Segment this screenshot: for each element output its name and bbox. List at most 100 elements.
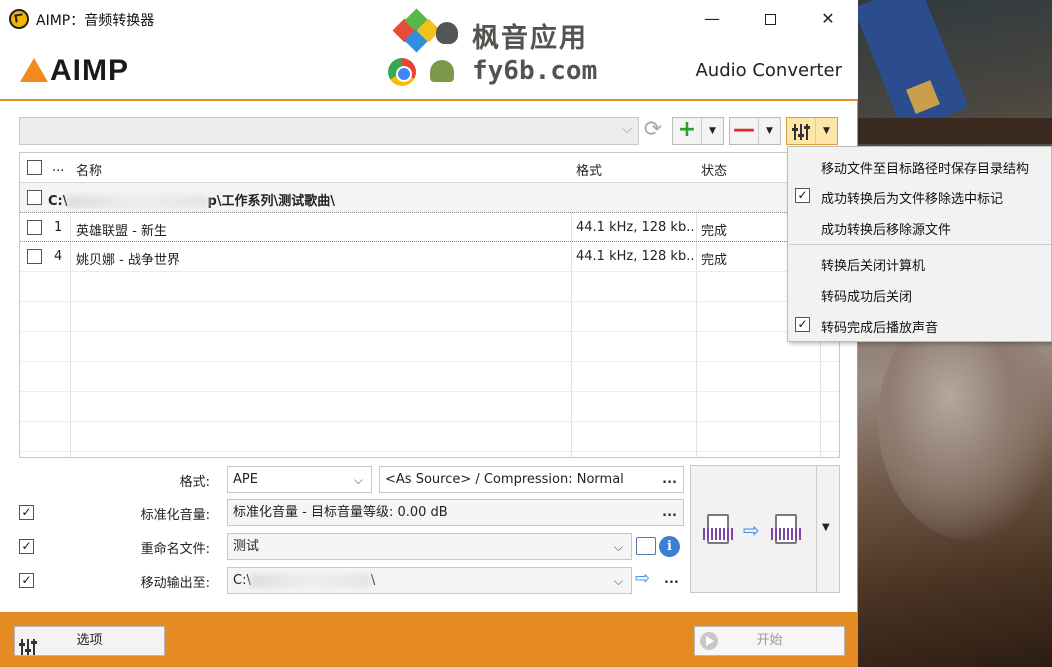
normalize-field[interactable]: 标准化音量 - 目标音量等级: 0.00 dB ... bbox=[227, 499, 684, 526]
row-checkbox[interactable] bbox=[27, 249, 42, 264]
empty-row bbox=[20, 392, 839, 422]
plus-icon: + bbox=[677, 117, 697, 142]
add-dropdown-button[interactable]: ▼ bbox=[701, 118, 723, 144]
header-divider bbox=[0, 99, 858, 101]
info-icon[interactable]: i bbox=[659, 536, 680, 557]
table-row[interactable]: 1 英雄联盟 - 新生 44.1 kHz, 128 kb... 完成 bbox=[20, 212, 839, 242]
app-icon bbox=[9, 9, 29, 29]
format-label: 格式: bbox=[179, 475, 210, 490]
row-format: 44.1 kHz, 128 kb... bbox=[576, 220, 694, 235]
convert-format-button[interactable]: ⇨ ▼ bbox=[690, 465, 840, 593]
group-checkbox[interactable] bbox=[27, 190, 42, 205]
normalize-more-button[interactable]: ... bbox=[662, 500, 677, 525]
redacted-path bbox=[250, 573, 371, 588]
play-icon bbox=[700, 632, 718, 650]
minimize-button[interactable]: — bbox=[683, 0, 741, 40]
rename-checkbox[interactable]: ✓ bbox=[19, 539, 34, 554]
template-tags-icon[interactable] bbox=[636, 537, 656, 555]
row-status: 完成 bbox=[701, 253, 728, 268]
watermark-chrome-icon bbox=[388, 58, 416, 86]
maximize-icon bbox=[764, 14, 776, 25]
menu-checkbox: ✓ bbox=[795, 188, 810, 203]
maximize-button[interactable] bbox=[741, 0, 799, 40]
menu-item-remove-source[interactable]: 成功转换后移除源文件 bbox=[788, 212, 1051, 242]
menu-checkbox: ✓ bbox=[795, 317, 810, 332]
logo-triangle-icon bbox=[20, 58, 48, 82]
file-list: ... 名称 格式 状态 C:\ p\工作系列\测试歌曲\ 1 英雄联盟 - 新生… bbox=[19, 152, 840, 458]
remove-dropdown-button[interactable]: ▼ bbox=[758, 118, 780, 144]
arrow-right-icon: ⇨ bbox=[743, 518, 760, 542]
empty-row bbox=[20, 362, 839, 392]
header-title: Audio Converter bbox=[695, 60, 842, 81]
rename-template-combo[interactable]: 测试 ⌵ bbox=[227, 533, 632, 560]
source-path-combo[interactable]: ⌵ bbox=[19, 117, 639, 145]
row-checkbox[interactable] bbox=[27, 220, 42, 235]
menu-item-keep-dir-structure[interactable]: 移动文件至目标路径时保存目录结构 bbox=[788, 151, 1051, 181]
watermark-bird-icon bbox=[436, 22, 458, 44]
empty-row bbox=[20, 422, 839, 452]
converter-window: AIMP：音频转换器 — ✕ AIMP 枫音应用 fy6b.com Audio … bbox=[0, 0, 858, 667]
format-params-field[interactable]: <As Source> / Compression: Normal ... bbox=[379, 466, 684, 493]
menu-item-play-sound[interactable]: ✓ 转码完成后播放声音 bbox=[788, 310, 1051, 340]
chevron-down-icon: ⌵ bbox=[353, 473, 363, 487]
output-path-combo[interactable]: C:\ \ ⌵ bbox=[227, 567, 632, 594]
settings-menu-button[interactable]: ▼ bbox=[786, 117, 838, 145]
row-index: 4 bbox=[54, 249, 63, 264]
empty-row bbox=[20, 272, 839, 302]
menu-item-close-after[interactable]: 转码成功后关闭 bbox=[788, 279, 1051, 309]
footer-bar: 选项 开始 bbox=[0, 612, 858, 667]
menu-item-shutdown-after[interactable]: 转换后关闭计算机 bbox=[788, 248, 1051, 278]
equalizer-icon bbox=[19, 633, 37, 661]
row-name: 姚贝娜 - 战争世界 bbox=[76, 253, 180, 268]
options-button[interactable]: 选项 bbox=[14, 626, 165, 656]
watermark-android-icon bbox=[430, 60, 454, 82]
folder-group-row[interactable]: C:\ p\工作系列\测试歌曲\ bbox=[20, 183, 839, 213]
column-header-index[interactable]: ... bbox=[52, 160, 64, 175]
convert-dropdown-button[interactable]: ▼ bbox=[822, 522, 830, 533]
row-index: 1 bbox=[54, 220, 63, 235]
audio-file-icon bbox=[771, 514, 801, 544]
open-folder-arrow-icon[interactable]: ⇨ bbox=[635, 568, 650, 589]
aimp-logo: AIMP bbox=[20, 54, 129, 88]
menu-separator bbox=[788, 244, 1051, 245]
column-header-name[interactable]: 名称 bbox=[76, 160, 102, 179]
redacted-path bbox=[67, 194, 208, 209]
output-path-more-button[interactable]: ... bbox=[664, 572, 679, 587]
table-header: ... 名称 格式 状态 bbox=[20, 153, 839, 183]
row-format: 44.1 kHz, 128 kb... bbox=[576, 249, 694, 264]
app-header: AIMP 枫音应用 fy6b.com Audio Converter bbox=[0, 8, 858, 100]
settings-dropdown-menu: 移动文件至目标路径时保存目录结构 ✓ 成功转换后为文件移除选中标记 成功转换后移… bbox=[787, 146, 1052, 342]
settings-dropdown-button[interactable]: ▼ bbox=[815, 118, 837, 144]
background-book bbox=[858, 0, 969, 134]
window-title: AIMP：音频转换器 bbox=[36, 13, 155, 29]
row-name: 英雄联盟 - 新生 bbox=[76, 224, 167, 239]
empty-row bbox=[20, 302, 839, 332]
equalizer-icon bbox=[787, 118, 815, 144]
audio-file-icon bbox=[703, 514, 733, 544]
folder-path: C:\ p\工作系列\测试歌曲\ bbox=[48, 194, 336, 209]
watermark-url: fy6b.com bbox=[472, 56, 598, 86]
start-button[interactable]: 开始 bbox=[694, 626, 845, 656]
select-all-checkbox[interactable] bbox=[27, 160, 42, 175]
rename-label: 重命名文件: bbox=[140, 542, 210, 557]
move-output-label: 移动输出至: bbox=[140, 576, 210, 591]
close-button[interactable]: ✕ bbox=[799, 0, 857, 40]
add-files-button[interactable]: + ▼ bbox=[672, 117, 724, 145]
format-select[interactable]: APE ⌵ bbox=[227, 466, 372, 493]
background-shelf bbox=[858, 118, 1052, 144]
column-header-format[interactable]: 格式 bbox=[576, 160, 602, 179]
watermark-text: 枫音应用 bbox=[472, 23, 588, 54]
chevron-down-icon: ⌵ bbox=[622, 122, 632, 137]
normalize-checkbox[interactable]: ✓ bbox=[19, 505, 34, 520]
remove-files-button[interactable]: — ▼ bbox=[729, 117, 781, 145]
format-params-more-button[interactable]: ... bbox=[662, 467, 677, 492]
move-output-checkbox[interactable]: ✓ bbox=[19, 573, 34, 588]
watermark: 枫音应用 fy6b.com bbox=[388, 8, 628, 96]
row-status: 完成 bbox=[701, 224, 728, 239]
menu-item-uncheck-on-success[interactable]: ✓ 成功转换后为文件移除选中标记 bbox=[788, 181, 1051, 211]
refresh-icon[interactable]: ⟳ bbox=[640, 118, 666, 144]
normalize-label: 标准化音量: bbox=[140, 508, 210, 523]
column-header-status[interactable]: 状态 bbox=[701, 160, 727, 179]
minus-icon: — bbox=[733, 117, 755, 142]
table-row[interactable]: 4 姚贝娜 - 战争世界 44.1 kHz, 128 kb... 完成 bbox=[20, 242, 839, 272]
